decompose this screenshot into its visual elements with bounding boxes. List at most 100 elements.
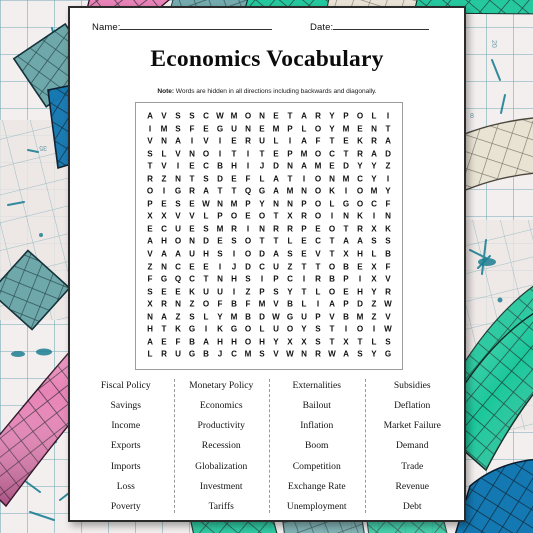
- grid-cell: R: [161, 349, 167, 359]
- grid-cell: C: [231, 349, 237, 359]
- word-list-item[interactable]: Globalization: [174, 461, 270, 472]
- word-list-item[interactable]: Revenue: [365, 481, 461, 492]
- grid-cell: O: [244, 237, 252, 246]
- grid-cell: B: [217, 161, 223, 171]
- svg-text:20: 20: [490, 40, 497, 48]
- grid-cell: U: [175, 349, 181, 359]
- grid-cell: X: [343, 249, 349, 259]
- grid-cell: B: [245, 312, 251, 322]
- grid-cell: I: [246, 149, 250, 159]
- grid-cell: E: [245, 211, 251, 221]
- word-list-item[interactable]: Poverty: [78, 501, 174, 512]
- grid-cell: C: [203, 161, 209, 171]
- word-list-item[interactable]: Fiscal Policy: [78, 380, 174, 391]
- grid-cell: E: [189, 224, 195, 234]
- grid-cell: Y: [371, 161, 377, 171]
- grid-cell: W: [202, 199, 210, 209]
- grid-cell: O: [314, 211, 322, 221]
- grid-cell: E: [189, 161, 195, 171]
- grid-cell: N: [189, 237, 195, 246]
- word-list-item[interactable]: Bailout: [269, 400, 365, 411]
- word-list-item[interactable]: Subsidies: [365, 380, 461, 391]
- word-list-item[interactable]: Market Failure: [365, 420, 461, 431]
- grid-cell: N: [371, 124, 377, 134]
- grid-cell: P: [287, 149, 293, 159]
- word-list-item[interactable]: Income: [78, 420, 174, 431]
- grid-cell: V: [147, 136, 153, 146]
- grid-cell: C: [175, 262, 181, 272]
- grid-cell: Y: [259, 199, 265, 209]
- grid-cell: L: [301, 299, 307, 309]
- grid-cell: A: [175, 136, 181, 146]
- word-list-item[interactable]: Savings: [78, 400, 174, 411]
- grid-cell: I: [232, 249, 236, 259]
- grid-cell: A: [371, 149, 377, 159]
- grid-cell: E: [273, 111, 279, 121]
- grid-cell: O: [314, 149, 322, 159]
- grid-cell: P: [343, 111, 349, 121]
- word-list-item[interactable]: Exchange Rate: [269, 481, 365, 492]
- grid-cell: R: [315, 349, 321, 359]
- grid-cell: S: [371, 237, 377, 246]
- grid-cell: Q: [244, 186, 252, 196]
- word-list-column: Fiscal Policy Savings Income Exports Imports…: [78, 378, 174, 516]
- grid-cell: Y: [371, 349, 377, 359]
- word-list-item[interactable]: Competition: [269, 461, 365, 472]
- word-list-item[interactable]: Investment: [174, 481, 270, 492]
- grid-cell: G: [160, 274, 168, 284]
- word-list: Fiscal Policy Savings Income Exports Imports…: [78, 378, 460, 516]
- grid-cell: A: [343, 349, 349, 359]
- word-list-item[interactable]: Deflation: [365, 400, 461, 411]
- grid-cell: B: [287, 299, 293, 309]
- word-list-item[interactable]: Trade: [365, 461, 461, 472]
- grid-cell: G: [188, 349, 196, 359]
- word-list-item[interactable]: Productivity: [174, 420, 270, 431]
- date-write-line[interactable]: [333, 20, 430, 30]
- grid-cell: E: [301, 237, 307, 246]
- word-list-item[interactable]: Debt: [365, 501, 461, 512]
- grid-cell: N: [217, 199, 223, 209]
- word-list-item[interactable]: Exports: [78, 440, 174, 451]
- grid-cell: R: [357, 224, 363, 234]
- word-list-item[interactable]: Monetary Policy: [174, 380, 270, 391]
- grid-cell: E: [161, 287, 167, 297]
- grid-cell: T: [329, 237, 335, 246]
- grid-cell: S: [231, 237, 237, 246]
- grid-cell: H: [259, 337, 265, 347]
- grid-cell: Z: [287, 262, 293, 272]
- grid-cell: L: [371, 337, 377, 347]
- grid-cell: T: [189, 174, 195, 184]
- grid-cell: M: [370, 186, 378, 196]
- word-list-item[interactable]: Boom: [269, 440, 365, 451]
- grid-cell: G: [286, 312, 294, 322]
- grid-cell: A: [301, 111, 307, 121]
- grid-cell: S: [245, 274, 251, 284]
- grid-cell: N: [287, 161, 293, 171]
- word-list-item[interactable]: Demand: [365, 440, 461, 451]
- grid-cell: A: [161, 249, 167, 259]
- word-list-item[interactable]: Inflation: [269, 420, 365, 431]
- grid-cell: M: [244, 349, 252, 359]
- grid-cell: T: [301, 287, 307, 297]
- grid-cell: W: [384, 299, 392, 309]
- word-list-item[interactable]: Tariffs: [174, 501, 270, 512]
- name-write-line[interactable]: [120, 20, 273, 30]
- grid-cell: X: [147, 211, 153, 221]
- word-list-item[interactable]: Economics: [174, 400, 270, 411]
- grid-cell: O: [244, 111, 252, 121]
- grid-cell: E: [273, 149, 279, 159]
- word-list-item[interactable]: Loss: [78, 481, 174, 492]
- word-list-item[interactable]: Externalities: [269, 380, 365, 391]
- word-list-item[interactable]: Imports: [78, 461, 174, 472]
- word-list-item[interactable]: Unemployment: [269, 501, 365, 512]
- grid-cell: K: [217, 324, 223, 334]
- grid-cell: V: [161, 111, 167, 121]
- grid-cell: T: [357, 337, 363, 347]
- word-list-item[interactable]: Recession: [174, 440, 270, 451]
- grid-cell: T: [147, 161, 153, 171]
- grid-cell: M: [230, 111, 238, 121]
- grid-cell: G: [258, 186, 266, 196]
- grid-cell: T: [329, 337, 335, 347]
- grid-cell: I: [246, 224, 250, 234]
- grid-cell: F: [385, 199, 391, 209]
